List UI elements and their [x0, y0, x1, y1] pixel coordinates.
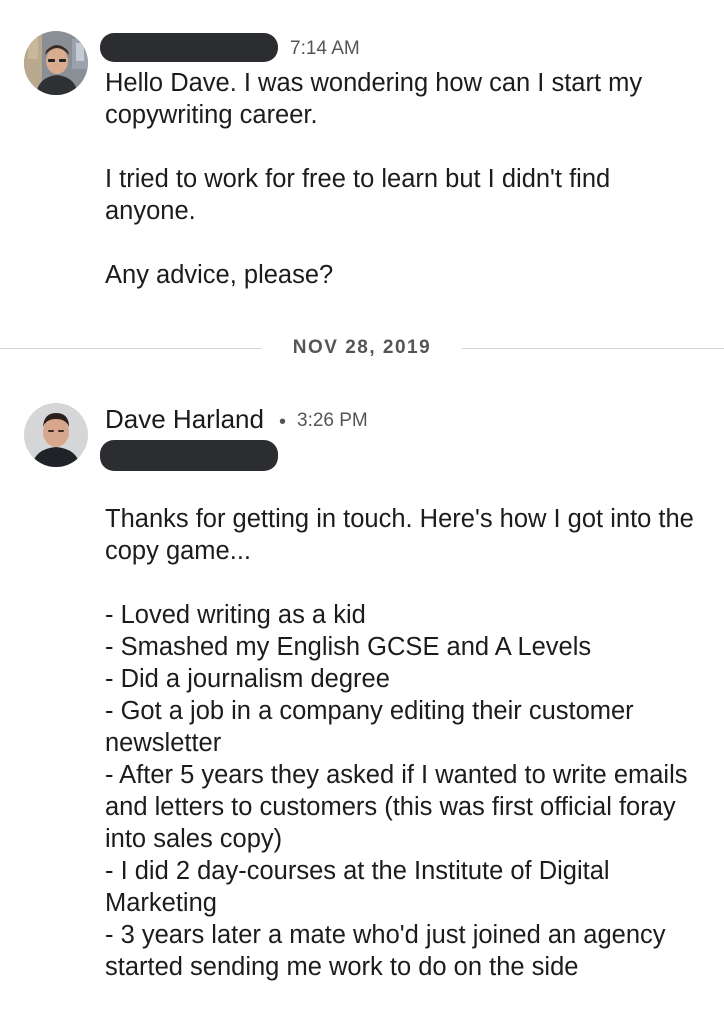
sender-name[interactable]: Dave Harland [105, 404, 264, 435]
person-avatar-icon [24, 403, 88, 467]
redacted-sender-headline [100, 440, 278, 471]
separator-dot: • [279, 411, 287, 433]
conversation-view: 7:14 AM Hello Dave. I was wondering how … [0, 0, 724, 1024]
sender-avatar[interactable] [24, 403, 88, 467]
message-item: Dave Harland • 3:26 PM Thanks for gettin… [0, 0, 724, 1024]
message-text: Thanks for getting in touch. Here's how … [105, 505, 694, 981]
message-timestamp: 3:26 PM [297, 410, 368, 431]
